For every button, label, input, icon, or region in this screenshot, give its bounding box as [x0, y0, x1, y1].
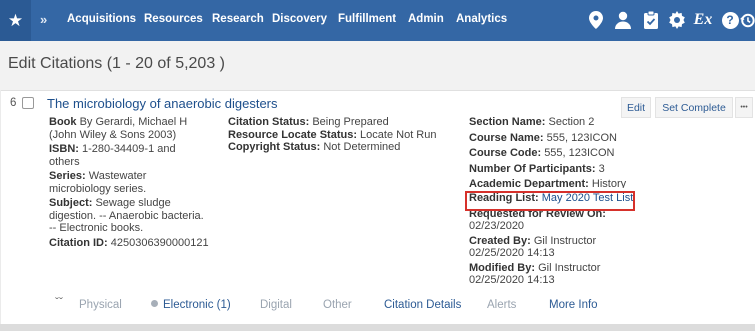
menu-resources[interactable]: Resources [144, 13, 203, 25]
tab-other[interactable]: Other [323, 299, 352, 311]
subject: Subject: Sewage sludge digestion. -- Ana… [49, 197, 204, 234]
citation-bib-column: Book By Gerardi, Michael H (John Wiley & … [49, 116, 209, 251]
tab-alerts[interactable]: Alerts [487, 299, 516, 311]
gear-icon[interactable] [667, 10, 687, 30]
edit-button[interactable]: Edit [621, 97, 651, 118]
course-name: Course Name: 555, 123ICON [469, 131, 617, 144]
citation-tabs: ˇˇ Physical Electronic (1) Digital Other… [1, 291, 755, 321]
help-icon[interactable]: ? [720, 10, 740, 30]
tab-more-info[interactable]: More Info [549, 299, 598, 311]
isbn: ISBN: 1-280-34409-1 and others [49, 143, 176, 168]
collapse-chevron-icon[interactable]: ˇˇ [55, 295, 63, 309]
menu-discovery[interactable]: Discovery [272, 13, 327, 25]
help-icon-glyph: ? [721, 11, 739, 29]
citation-card: 6 The microbiology of anaerobic digester… [1, 90, 755, 324]
section-name: Section Name: Section 2 [469, 116, 595, 128]
tab-electronic[interactable]: Electronic (1) [151, 299, 231, 311]
menu-research[interactable]: Research [212, 13, 264, 25]
tab-physical[interactable]: Physical [79, 299, 122, 311]
number-of-participants: Number Of Participants: 3 [469, 162, 605, 175]
history-icon[interactable] [740, 10, 755, 30]
user-icon[interactable] [613, 10, 633, 30]
page-header: Edit Citations (1 - 20 of 5,203 ) [0, 41, 755, 90]
expand-menu-icon[interactable]: » [40, 12, 47, 27]
tab-citation-details[interactable]: Citation Details [384, 299, 461, 311]
modified-by: Modified By: Gil Instructor 02/25/2020 14… [469, 261, 601, 287]
menu-fulfillment[interactable]: Fulfillment [338, 13, 396, 25]
citation-status: Citation Status: Being Prepared [228, 116, 389, 128]
next-row-edge [0, 324, 755, 331]
reading-list-highlight [465, 191, 635, 211]
clipboard-icon[interactable] [641, 10, 661, 30]
book-author: Book By Gerardi, Michael H (John Wiley & … [49, 116, 188, 141]
row-number: 6 [10, 97, 17, 109]
star-icon[interactable]: ★ [0, 0, 31, 41]
copyright-status: Copyright Status: Not Determined [228, 141, 401, 153]
row-checkbox[interactable] [22, 97, 34, 109]
set-complete-button[interactable]: Set Complete [655, 97, 733, 118]
ex-libris-icon[interactable]: Ex [693, 10, 713, 30]
created-by: Created By: Gil Instructor 02/25/2020 14:… [469, 234, 597, 260]
menu-admin[interactable]: Admin [408, 13, 444, 25]
citation-status-column: Citation Status: Being Prepared Resource… [228, 116, 458, 154]
availability-dot-icon [151, 300, 158, 307]
top-nav-bar: ★ » Acquisitions Resources Research Disc… [0, 0, 755, 41]
citation-id: Citation ID: 4250306390000121 [49, 236, 209, 249]
series: Series: Wastewater microbiology series. [49, 170, 147, 195]
menu-analytics[interactable]: Analytics [456, 13, 507, 25]
menu-acquisitions[interactable]: Acquisitions [67, 13, 136, 25]
tab-digital[interactable]: Digital [260, 299, 292, 311]
course-code: Course Code: 555, 123ICON [469, 147, 615, 159]
academic-department: Academic Department: History [469, 178, 627, 188]
more-actions-button[interactable]: ••• [735, 97, 753, 118]
location-pin-icon[interactable] [586, 10, 606, 30]
requested-for-review: Requested for Review On: 02/23/2020 [469, 207, 606, 233]
page-title: Edit Citations (1 - 20 of 5,203 ) [8, 55, 225, 72]
citation-title-link[interactable]: The microbiology of anaerobic digesters [47, 96, 278, 111]
resource-locate-status: Resource Locate Status: Locate Not Run [228, 128, 437, 141]
